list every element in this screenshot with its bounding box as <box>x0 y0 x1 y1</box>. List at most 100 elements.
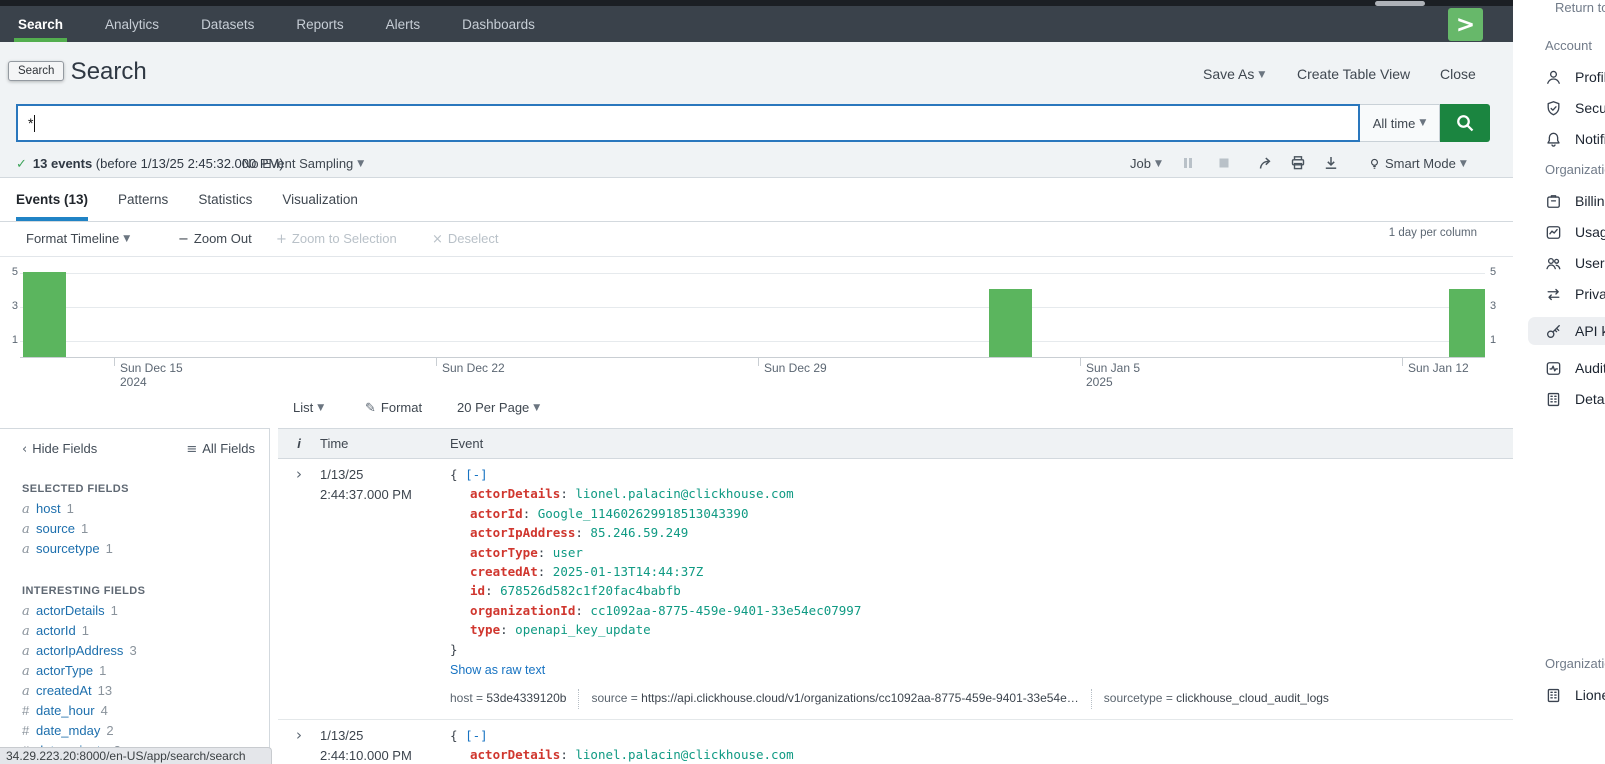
cloud-menu-item-profile[interactable]: Profile <box>1545 69 1605 85</box>
check-icon: ✓ <box>16 157 27 172</box>
format-results-button[interactable]: ✎Format <box>365 400 422 416</box>
json-pair: actorIpAddress: 85.246.59.249 <box>450 523 1513 542</box>
field-host[interactable]: ahost1 <box>22 501 255 521</box>
field-actorId[interactable]: aactorId1 <box>22 623 255 643</box>
field-count: 1 <box>106 541 113 556</box>
expand-event-icon[interactable]: › <box>296 465 302 483</box>
expand-event-icon[interactable]: › <box>296 726 302 744</box>
job-menu[interactable]: Job▼ <box>1130 156 1162 171</box>
field-name[interactable]: sourcetype <box>36 541 100 556</box>
collapse-json-link[interactable]: [-] <box>465 467 488 482</box>
deselect-button[interactable]: ×Deselect <box>432 231 498 247</box>
tab-statistics[interactable]: Statistics <box>198 178 252 221</box>
meta-host[interactable]: host = 53de4339120b <box>450 689 566 708</box>
format-timeline-menu[interactable]: Format Timeline▼ <box>26 231 130 246</box>
selected-fields-title: SELECTED FIELDS <box>22 483 255 495</box>
tab-events-13-[interactable]: Events (13) <box>16 178 88 221</box>
nav-item-reports[interactable]: Reports <box>296 6 343 42</box>
splunk-logo-icon[interactable]: > <box>1448 8 1483 41</box>
json-pair: actorType: user <box>450 543 1513 562</box>
tab-visualization[interactable]: Visualization <box>282 178 358 221</box>
event-json: { [-]actorDetails: lionel.palacin@clickh… <box>450 726 1513 764</box>
pause-job-icon[interactable] <box>1180 155 1198 173</box>
time-range-picker[interactable]: All time▼ <box>1360 104 1440 142</box>
search-button[interactable] <box>1440 104 1490 142</box>
timeline-bar-2025-01-03[interactable] <box>989 289 1032 357</box>
chevron-down-icon: ▼ <box>1155 159 1162 169</box>
json-pair: organizationId: cc1092aa-8775-459e-9401-… <box>450 601 1513 620</box>
close-button[interactable]: Close <box>1440 66 1476 82</box>
cloud-menu-item-label: Audit <box>1575 360 1605 376</box>
cloud-menu-item-billing[interactable]: Billing <box>1545 193 1605 209</box>
field-date_mday[interactable]: #date_mday2 <box>22 723 255 743</box>
field-source[interactable]: asource1 <box>22 521 255 541</box>
create-table-view-button[interactable]: Create Table View <box>1297 66 1410 82</box>
stop-job-icon[interactable] <box>1216 155 1234 173</box>
nav-item-analytics[interactable]: Analytics <box>105 6 159 42</box>
export-download-icon[interactable] <box>1323 155 1341 173</box>
save-as-button[interactable]: Save As▼ <box>1203 66 1265 82</box>
return-to-link[interactable]: Return to <box>1555 0 1605 15</box>
cloud-menu-item-private-endpoints[interactable]: Private endpoints <box>1545 286 1605 302</box>
cloud-menu-item-security[interactable]: Security <box>1545 100 1605 116</box>
hide-fields-button[interactable]: ‹Hide Fields <box>22 441 97 457</box>
x-axis-label: Sun Dec 152024 <box>120 361 183 389</box>
timeline-plot-area[interactable] <box>20 257 1485 358</box>
list-icon: ≡ <box>186 442 197 457</box>
field-name[interactable]: source <box>36 521 75 536</box>
nav-item-dashboards[interactable]: Dashboards <box>462 6 535 42</box>
collapse-json-link[interactable]: [-] <box>465 728 488 743</box>
field-type-icon: a <box>22 644 36 659</box>
x-axis-tick <box>1080 358 1081 366</box>
x-axis-tick <box>114 358 115 366</box>
show-raw-text-link[interactable]: Show as raw text <box>450 661 1513 680</box>
field-name[interactable]: actorIpAddress <box>36 643 123 658</box>
field-name[interactable]: actorDetails <box>36 603 105 618</box>
search-input[interactable]: * <box>16 104 1360 142</box>
all-fields-button[interactable]: ≡All Fields <box>186 441 255 457</box>
field-name[interactable]: date_mday <box>36 723 100 738</box>
field-name[interactable]: date_hour <box>36 703 95 718</box>
field-sourcetype[interactable]: asourcetype1 <box>22 541 255 561</box>
field-name[interactable]: actorType <box>36 663 93 678</box>
nav-item-search[interactable]: Search <box>18 6 63 42</box>
field-actorDetails[interactable]: aactorDetails1 <box>22 603 255 623</box>
search-header: New Search Save As▼ Create Table View Cl… <box>0 42 1513 178</box>
share-icon[interactable] <box>1258 155 1276 173</box>
cloud-section-organizations: OrganizationsLionel <box>1545 656 1605 703</box>
x-axis-tick <box>436 358 437 366</box>
timeline-bar-2024-12-13[interactable] <box>23 272 66 357</box>
search-icon <box>1455 113 1475 133</box>
meta-source[interactable]: source = https://api.clickhouse.cloud/v1… <box>578 689 1078 708</box>
cloud-menu-item-users[interactable]: Users <box>1545 255 1605 271</box>
per-page-menu[interactable]: 20 Per Page▼ <box>457 400 540 415</box>
print-icon[interactable] <box>1290 155 1308 173</box>
field-name[interactable]: host <box>36 501 61 516</box>
tab-patterns[interactable]: Patterns <box>118 178 168 221</box>
nav-item-datasets[interactable]: Datasets <box>201 6 254 42</box>
timeline-bar-2025-01-13[interactable] <box>1449 289 1485 357</box>
x-axis-tick <box>1402 358 1403 366</box>
cloud-menu-item-notifications[interactable]: Notifications <box>1545 131 1605 147</box>
cloud-menu-item-lionel[interactable]: Lionel <box>1545 687 1605 703</box>
field-createdAt[interactable]: acreatedAt13 <box>22 683 255 703</box>
field-name[interactable]: createdAt <box>36 683 92 698</box>
search-mode-menu[interactable]: Smart Mode▼ <box>1368 156 1467 171</box>
cloud-menu-item-api-keys[interactable]: API keys <box>1528 317 1605 345</box>
field-name[interactable]: actorId <box>36 623 76 638</box>
users-icon <box>1545 255 1562 272</box>
cloud-menu-item-details[interactable]: Details <box>1545 391 1605 407</box>
zoom-out-button[interactable]: −Zoom Out <box>178 231 252 247</box>
browser-status-url: 34.29.223.20:8000/en-US/app/search/searc… <box>0 747 272 764</box>
field-date_hour[interactable]: #date_hour4 <box>22 703 255 723</box>
zoom-to-selection-button[interactable]: +Zoom to Selection <box>276 231 397 247</box>
event-sampling-menu[interactable]: No Event Sampling▼ <box>242 156 364 171</box>
nav-item-alerts[interactable]: Alerts <box>386 6 421 42</box>
meta-sourcetype[interactable]: sourcetype = clickhouse_cloud_audit_logs <box>1091 689 1329 708</box>
cloud-menu-item-label: Billing <box>1575 193 1605 209</box>
field-actorType[interactable]: aactorType1 <box>22 663 255 683</box>
cloud-menu-item-usage[interactable]: Usage <box>1545 224 1605 240</box>
field-actorIpAddress[interactable]: aactorIpAddress3 <box>22 643 255 663</box>
cloud-menu-item-audit[interactable]: Audit <box>1545 360 1605 376</box>
list-view-menu[interactable]: List▼ <box>293 400 324 415</box>
